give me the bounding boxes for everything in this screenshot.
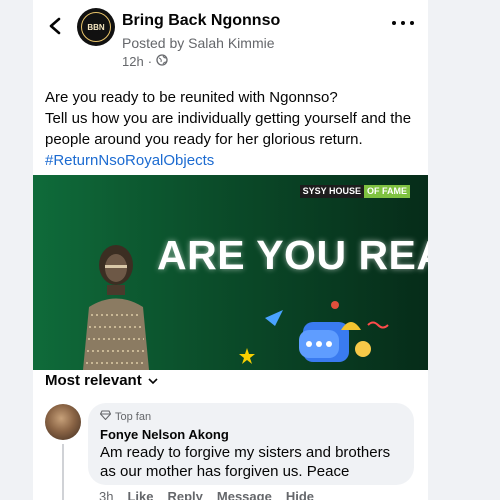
thread-line [62, 444, 64, 500]
post-body-line1: Are you ready to be reunited with Ngonns… [45, 89, 338, 106]
message-button[interactable]: Message [217, 489, 272, 500]
commenter-name[interactable]: Fonye Nelson Akong [100, 427, 229, 442]
banner-headline: ARE YOU READY? [157, 232, 428, 278]
sort-label: Most relevant [45, 372, 142, 389]
avatar-logo-text: BBN [81, 12, 111, 42]
page-name[interactable]: Bring Back Ngonnso [122, 12, 280, 30]
brand-logo-part2: OF FAME [364, 185, 410, 198]
top-fan-badge: Top fan [99, 410, 152, 423]
comment-actions: 3h Like Reply Message Hide [99, 489, 314, 500]
royal-statue-figure [83, 245, 149, 370]
post-image[interactable]: SYSY HOUSE OF FAME ARE YOU READY? [33, 175, 428, 370]
comment-text: Am ready to forgive my sisters and broth… [100, 444, 391, 480]
comment-sort[interactable]: Most relevant [45, 372, 158, 389]
star-icon [239, 348, 255, 364]
decorative-icons [265, 301, 389, 362]
posted-by-label[interactable]: Posted by Salah Kimmie [122, 35, 275, 51]
back-arrow-icon[interactable] [43, 12, 67, 40]
post-meta: 12h · [122, 54, 168, 69]
chevron-down-icon [148, 372, 158, 389]
reply-button[interactable]: Reply [167, 489, 202, 500]
brand-logo: SYSY HOUSE OF FAME [299, 185, 410, 198]
more-icon[interactable] [392, 16, 414, 30]
like-button[interactable]: Like [127, 489, 153, 500]
meta-separator: · [147, 54, 153, 69]
diamond-icon [99, 410, 112, 423]
comment-bubble: Top fan Fonye Nelson Akong Am ready to f… [88, 403, 414, 485]
commenter-avatar[interactable] [45, 404, 81, 440]
top-fan-label: Top fan [115, 410, 152, 423]
post-time[interactable]: 12h [122, 54, 144, 69]
globe-icon [156, 54, 168, 69]
post-panel: BBN Bring Back Ngonnso Posted by Salah K… [33, 0, 428, 500]
post-body: Are you ready to be reunited with Ngonns… [45, 87, 417, 171]
hide-button[interactable]: Hide [286, 489, 314, 500]
brand-logo-part1: SYSY HOUSE [299, 185, 364, 198]
comment-time[interactable]: 3h [99, 489, 113, 500]
post-body-line2: Tell us how you are individually getting… [45, 110, 412, 148]
page-avatar[interactable]: BBN [77, 8, 115, 46]
post-hashtag[interactable]: #ReturnNsoRoyalObjects [45, 150, 417, 171]
